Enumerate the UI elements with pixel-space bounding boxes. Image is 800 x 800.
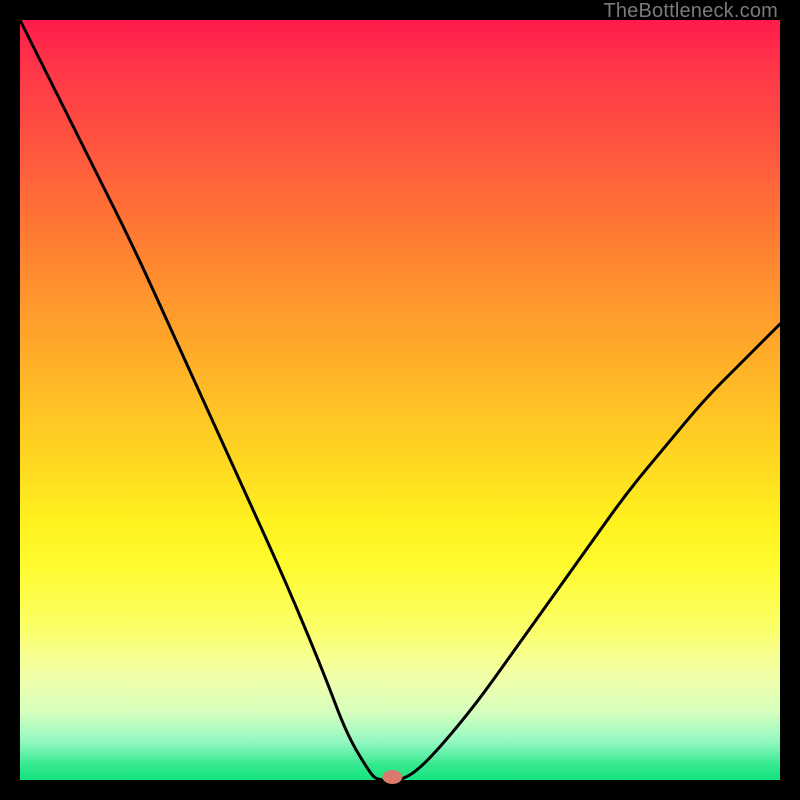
plot-area	[20, 20, 780, 780]
curve-svg	[20, 20, 780, 780]
chart-frame: TheBottleneck.com	[0, 0, 800, 800]
optimum-marker	[382, 770, 402, 784]
bottleneck-curve	[20, 20, 780, 780]
